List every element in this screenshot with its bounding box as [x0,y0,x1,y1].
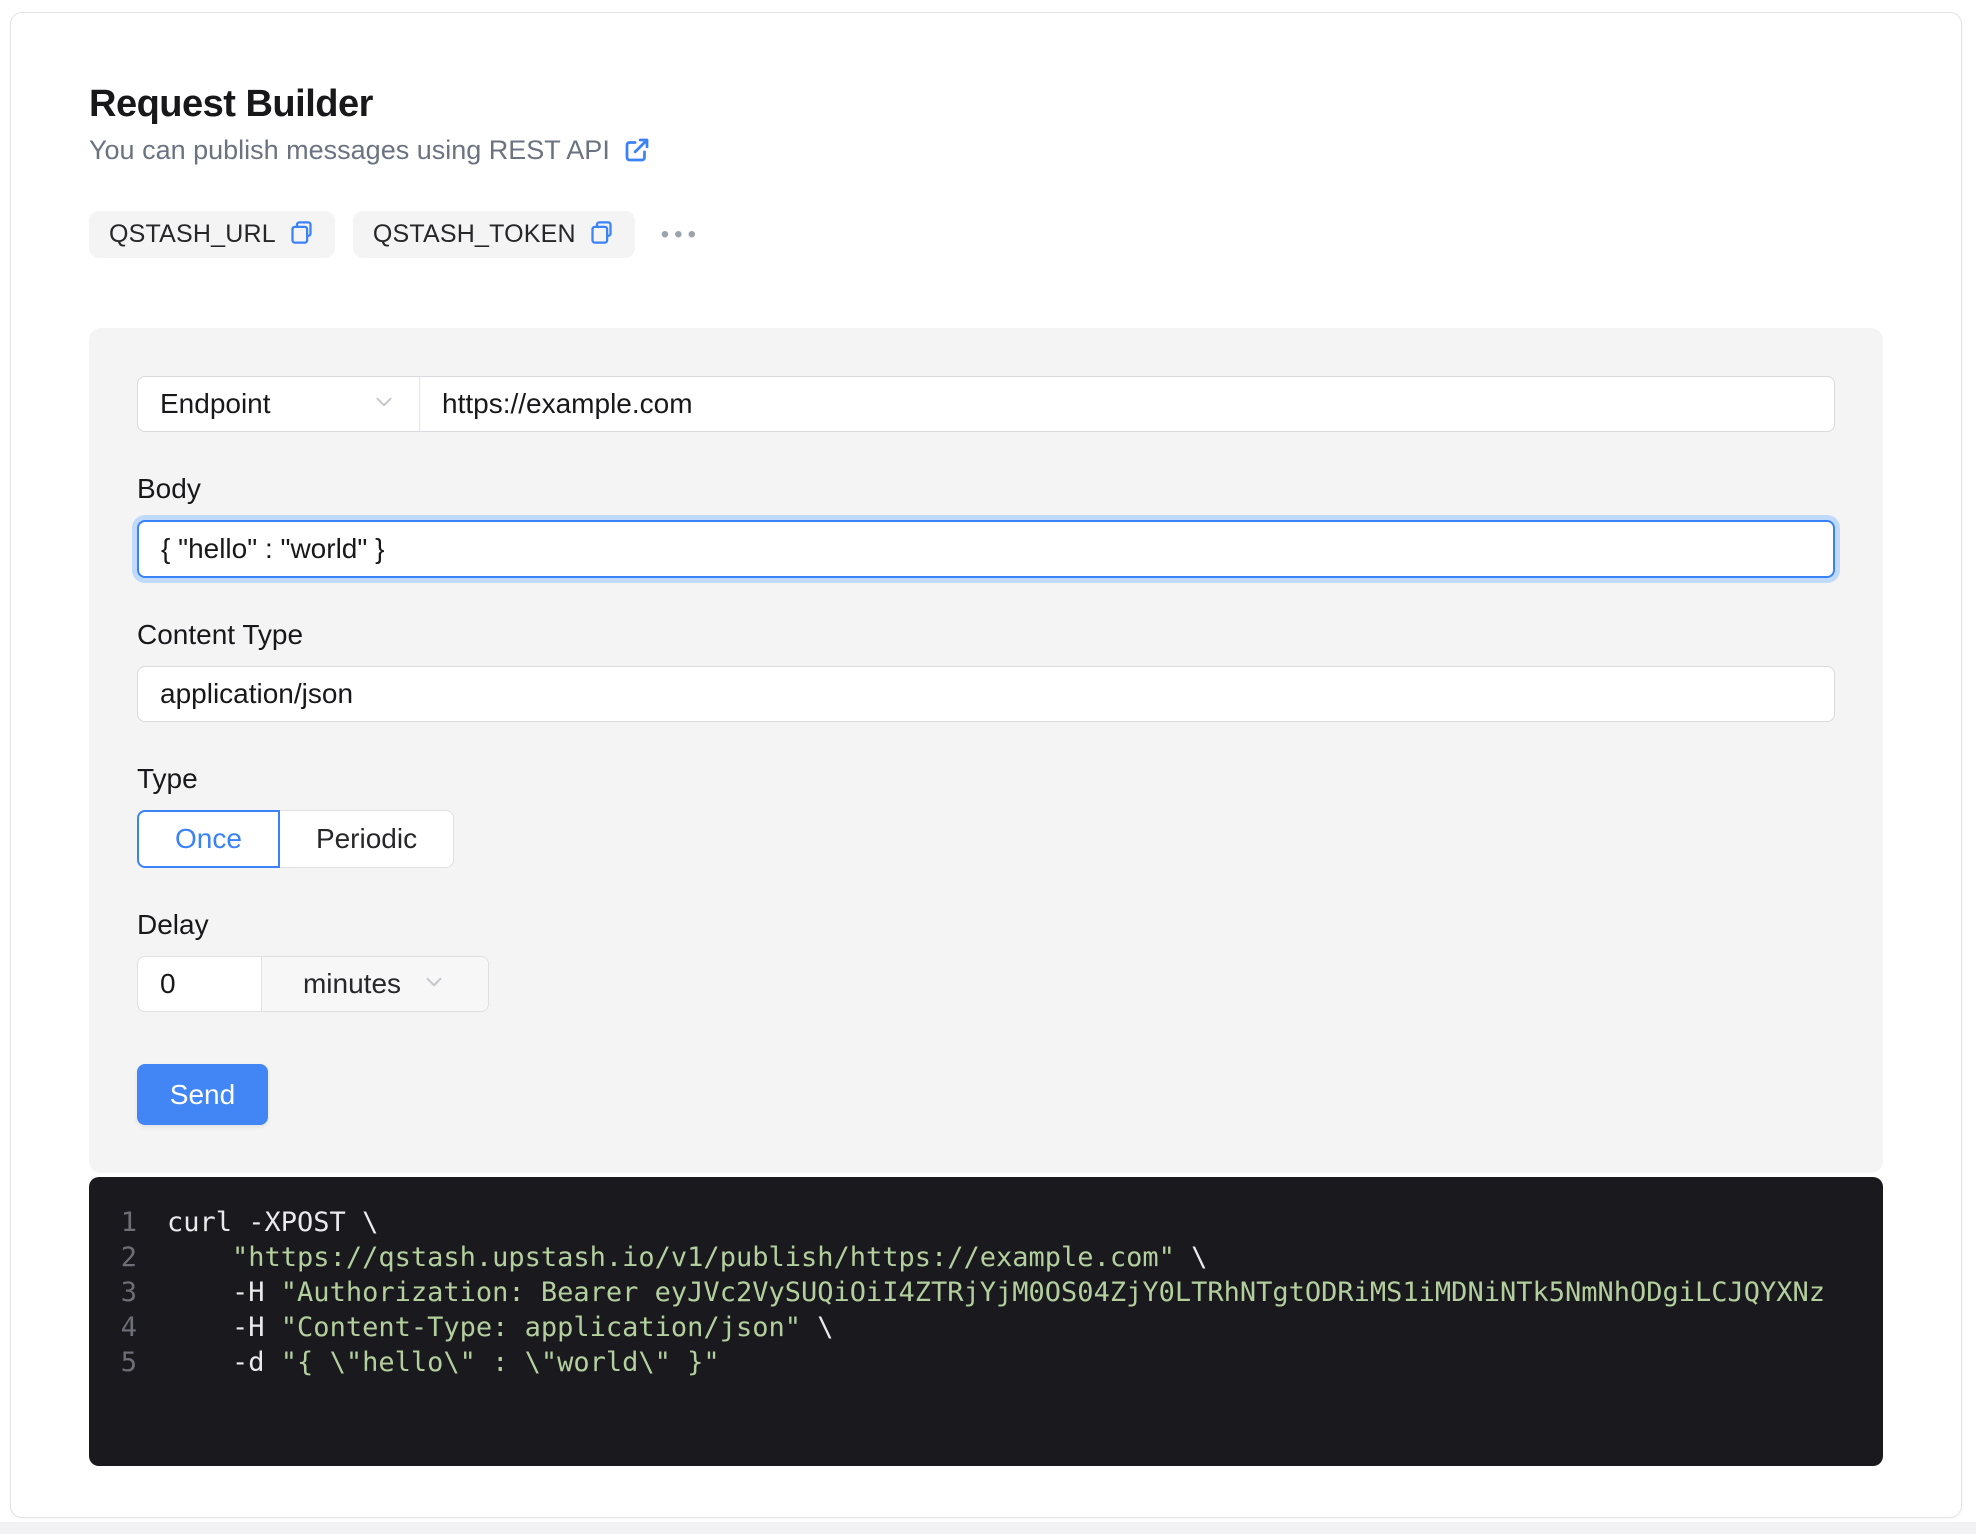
code-text: curl -XPOST \ [167,1205,1883,1240]
chevron-down-icon [421,969,447,1000]
body-label: Body [137,472,1835,506]
external-link-icon[interactable] [622,135,652,165]
code-text: -d "{ \"hello\" : \"world\" }" [167,1345,1883,1380]
body-input[interactable] [137,520,1835,578]
code-line: 4 -H "Content-Type: application/json" \ [89,1310,1883,1345]
content-type-input[interactable] [137,666,1835,722]
delay-value-input[interactable] [137,956,262,1012]
delay-unit-select[interactable]: minutes [262,956,489,1012]
request-builder-card: Request Builder You can publish messages… [10,12,1962,1518]
delay-row: minutes [137,956,489,1012]
env-chips-row: QSTASH_URL QSTASH_TOKEN ••• [89,211,1883,258]
page-bottom-divider [0,1522,1976,1534]
type-option-periodic[interactable]: Periodic [280,810,454,868]
subtitle-text: You can publish messages using REST API [89,133,610,167]
code-text: -H "Content-Type: application/json" \ [167,1310,1883,1345]
more-options-button[interactable]: ••• [661,223,701,247]
chevron-down-icon [371,389,397,420]
chip-label: QSTASH_URL [109,220,276,249]
endpoint-type-select[interactable]: Endpoint [138,377,420,431]
type-option-once[interactable]: Once [137,810,280,868]
page-title: Request Builder [89,81,1883,127]
request-form-panel: Endpoint Body Content Type Type Once Per… [89,328,1883,1173]
type-toggle-group: Once Periodic [137,810,454,868]
code-line: 1 curl -XPOST \ [89,1205,1883,1240]
content-type-label: Content Type [137,618,1835,652]
chip-qstash-token[interactable]: QSTASH_TOKEN [353,211,635,258]
copy-icon[interactable] [288,219,315,251]
code-text: -H "Authorization: Bearer eyJVc2VySUQiOi… [167,1275,1883,1310]
code-line: 5 -d "{ \"hello\" : \"world\" }" [89,1345,1883,1380]
code-text: "https://qstash.upstash.io/v1/publish/ht… [167,1240,1883,1275]
code-block-lines: 1curl -XPOST \2 "https://qstash.upstash.… [89,1205,1883,1380]
type-label: Type [137,762,1835,796]
delay-label: Delay [137,908,1835,942]
endpoint-row: Endpoint [137,376,1835,432]
code-line: 2 "https://qstash.upstash.io/v1/publish/… [89,1240,1883,1275]
chip-label: QSTASH_TOKEN [373,220,576,249]
line-number: 4 [89,1310,137,1345]
code-line: 3 -H "Authorization: Bearer eyJVc2VySUQi… [89,1275,1883,1310]
subtitle-row: You can publish messages using REST API [89,133,1883,167]
curl-code-block: 1curl -XPOST \2 "https://qstash.upstash.… [89,1177,1883,1466]
endpoint-url-input[interactable] [420,377,1834,431]
chip-qstash-url[interactable]: QSTASH_URL [89,211,335,258]
line-number: 3 [89,1275,137,1310]
line-number: 5 [89,1345,137,1380]
line-number: 1 [89,1205,137,1240]
line-number: 2 [89,1240,137,1275]
copy-icon[interactable] [588,219,615,251]
endpoint-select-label: Endpoint [160,388,271,420]
send-button[interactable]: Send [137,1064,268,1125]
delay-unit-label: minutes [303,968,401,1000]
